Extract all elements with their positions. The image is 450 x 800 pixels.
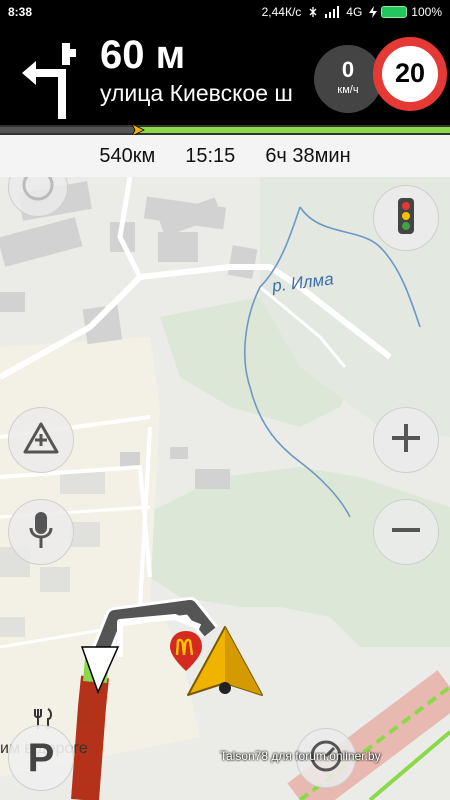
zoom-out-button[interactable] (373, 499, 439, 565)
microphone-icon (28, 510, 54, 555)
progress-passed (0, 127, 138, 133)
remaining-duration: 6ч 38мин (265, 144, 351, 167)
current-speed-unit: км/ч (337, 84, 359, 96)
speed-limit-sign: 20 (373, 37, 447, 111)
parking-button[interactable]: P (8, 725, 74, 791)
alarm-icon (308, 6, 318, 18)
traffic-button[interactable] (373, 185, 439, 251)
route-progress-bar (0, 123, 450, 137)
compass-icon (20, 177, 56, 208)
navigation-header: 60 м улица Киевское ш 0 км/ч 20 (0, 25, 450, 125)
map-view[interactable]: р. Илма P Talson78 для forum.onliner.by (0, 177, 450, 800)
plus-icon (388, 420, 424, 461)
current-speed-value: 0 (341, 57, 355, 82)
arrival-time: 15:15 (185, 144, 236, 167)
battery-level: 100% (411, 5, 442, 19)
trip-info-bar[interactable]: 540км 15:15 6ч 38мин (0, 135, 450, 177)
current-speed: 0 км/ч (314, 45, 382, 113)
remaining-distance: 540км (99, 144, 156, 167)
zoom-in-button[interactable] (373, 407, 439, 473)
next-street: улица Киевское ш (100, 80, 293, 106)
maneuver-distance: 60 м (100, 33, 186, 77)
battery-icon (381, 6, 408, 18)
navigation-arrow-icon (186, 625, 264, 699)
watermark: Talson78 для forum.onliner.by (220, 749, 381, 763)
voice-search-button[interactable] (8, 499, 74, 565)
report-event-button[interactable] (8, 407, 74, 473)
signal-icon (325, 6, 340, 18)
network-speed: 2,44К/с (261, 5, 302, 19)
road-event-icon (22, 421, 60, 460)
charging-icon (369, 6, 378, 18)
speed-limit-value: 20 (394, 58, 426, 88)
traffic-light-icon (396, 196, 416, 241)
map-canvas (0, 177, 450, 800)
minus-icon (388, 512, 424, 553)
progress-remaining (138, 127, 450, 133)
network-type: 4G (346, 5, 363, 19)
battery: 100% (369, 5, 442, 19)
status-indicators: 2,44К/с 4G 100% (262, 5, 442, 19)
status-time: 8:38 (8, 5, 33, 19)
turn-left-arrow-icon (20, 39, 85, 119)
parking-letter: P (27, 735, 55, 780)
status-bar: 8:38 2,44К/с 4G 100% (0, 0, 450, 25)
